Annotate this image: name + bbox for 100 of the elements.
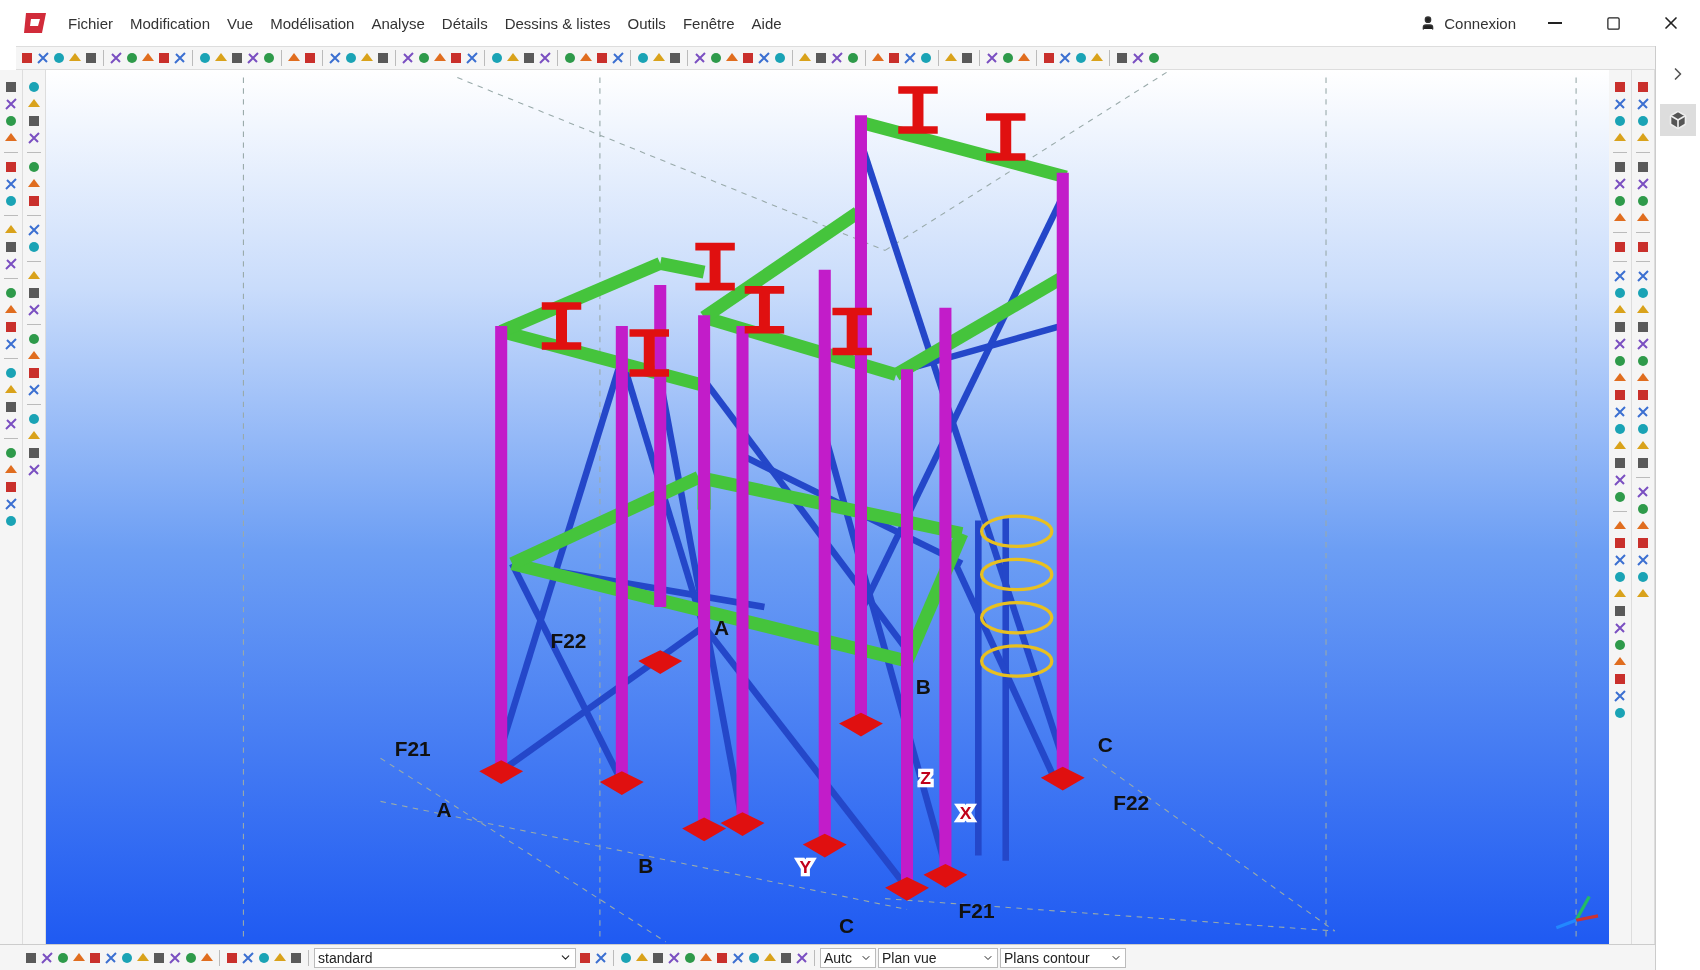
tool-icon[interactable] [4,514,18,528]
tool-icon[interactable] [109,51,123,65]
tool-icon[interactable] [4,177,18,191]
tool-icon[interactable] [1613,194,1627,208]
tool-icon[interactable] [184,950,198,965]
tool-icon[interactable] [814,51,828,65]
tool-icon[interactable] [401,51,415,65]
tool-icon[interactable] [1613,490,1627,504]
tool-icon[interactable] [1613,621,1627,635]
tool-icon[interactable] [1613,240,1627,254]
tool-icon[interactable] [1636,177,1650,191]
tool-icon[interactable] [4,497,18,511]
tool-icon[interactable] [830,51,844,65]
tool-icon[interactable] [27,303,41,317]
tool-icon[interactable] [120,950,134,965]
tool-icon[interactable] [20,51,34,65]
tool-icon[interactable] [4,240,18,254]
tool-icon[interactable] [27,383,41,397]
tool-icon[interactable] [1613,570,1627,584]
tool-icon[interactable] [27,366,41,380]
tool-icon[interactable] [1613,286,1627,300]
tool-icon[interactable] [1636,422,1650,436]
tool-icon[interactable] [619,950,633,965]
menu-item[interactable]: Modélisation [270,14,355,32]
tool-icon[interactable] [594,950,608,965]
tool-icon[interactable] [241,950,255,965]
tool-icon[interactable] [667,950,681,965]
tool-icon[interactable] [27,332,41,346]
tool-icon[interactable] [1115,51,1129,65]
tool-icon[interactable] [651,950,665,965]
tool-icon[interactable] [693,51,707,65]
menu-item[interactable]: Analyse [371,14,425,32]
tool-icon[interactable] [1613,553,1627,567]
tool-icon[interactable] [563,51,577,65]
tool-icon[interactable] [1636,337,1650,351]
tool-icon[interactable] [1613,405,1627,419]
view-select[interactable]: standard [314,947,576,968]
tool-icon[interactable] [376,51,390,65]
tool-icon[interactable] [27,286,41,300]
tool-icon[interactable] [1636,456,1650,470]
tool-icon[interactable] [747,950,761,965]
tool-icon[interactable] [1636,97,1650,111]
tool-icon[interactable] [578,950,592,965]
tool-icon[interactable] [449,51,463,65]
tool-icon[interactable] [773,51,787,65]
tool-icon[interactable] [125,51,139,65]
tool-icon[interactable] [27,131,41,145]
menu-item[interactable]: Outils [627,14,666,32]
tool-icon[interactable] [1613,638,1627,652]
tool-icon[interactable] [1613,536,1627,550]
tool-icon[interactable] [731,950,745,965]
tool-icon[interactable] [328,51,342,65]
tool-icon[interactable] [1613,604,1627,618]
tool-icon[interactable] [27,446,41,460]
tool-icon[interactable] [1147,51,1161,65]
dropdown[interactable]: Plan vue [878,947,998,968]
tool-icon[interactable] [4,480,18,494]
tool-icon[interactable] [168,950,182,965]
tool-icon[interactable] [715,950,729,965]
cube-button[interactable] [1660,104,1696,136]
tool-icon[interactable] [27,80,41,94]
tool-icon[interactable] [465,51,479,65]
tool-icon[interactable] [173,51,187,65]
tool-icon[interactable] [4,417,18,431]
menu-item[interactable]: Détails [441,14,488,32]
tool-icon[interactable] [1636,240,1650,254]
dropdown[interactable]: Plans contour [1000,947,1126,968]
tool-icon[interactable] [1613,80,1627,94]
tool-icon[interactable] [1042,51,1056,65]
tool-icon[interactable] [84,51,98,65]
tool-icon[interactable] [4,194,18,208]
sign-in-link[interactable]: Connexion [1420,14,1516,32]
tool-icon[interactable] [104,950,118,965]
tool-icon[interactable] [611,51,625,65]
tool-icon[interactable] [4,114,18,128]
tool-icon[interactable] [1636,354,1650,368]
tool-icon[interactable] [157,51,171,65]
tool-icon[interactable] [1613,97,1627,111]
tool-icon[interactable] [88,950,102,965]
tool-icon[interactable] [27,160,41,174]
tool-icon[interactable] [246,51,260,65]
tool-icon[interactable] [903,51,917,65]
tool-icon[interactable] [27,463,41,477]
tool-icon[interactable] [1613,422,1627,436]
tool-icon[interactable] [1613,320,1627,334]
tool-icon[interactable] [779,950,793,965]
tool-icon[interactable] [1636,286,1650,300]
tool-icon[interactable] [1636,536,1650,550]
tool-icon[interactable] [887,51,901,65]
tool-icon[interactable] [1074,51,1088,65]
tool-icon[interactable] [230,51,244,65]
tool-icon[interactable] [1636,194,1650,208]
tool-icon[interactable] [27,114,41,128]
tool-icon[interactable] [985,51,999,65]
tool-icon[interactable] [1613,337,1627,351]
tool-icon[interactable] [27,194,41,208]
tool-icon[interactable] [4,80,18,94]
tool-icon[interactable] [344,51,358,65]
tool-icon[interactable] [1636,553,1650,567]
menu-item[interactable]: Fichier [68,14,113,32]
